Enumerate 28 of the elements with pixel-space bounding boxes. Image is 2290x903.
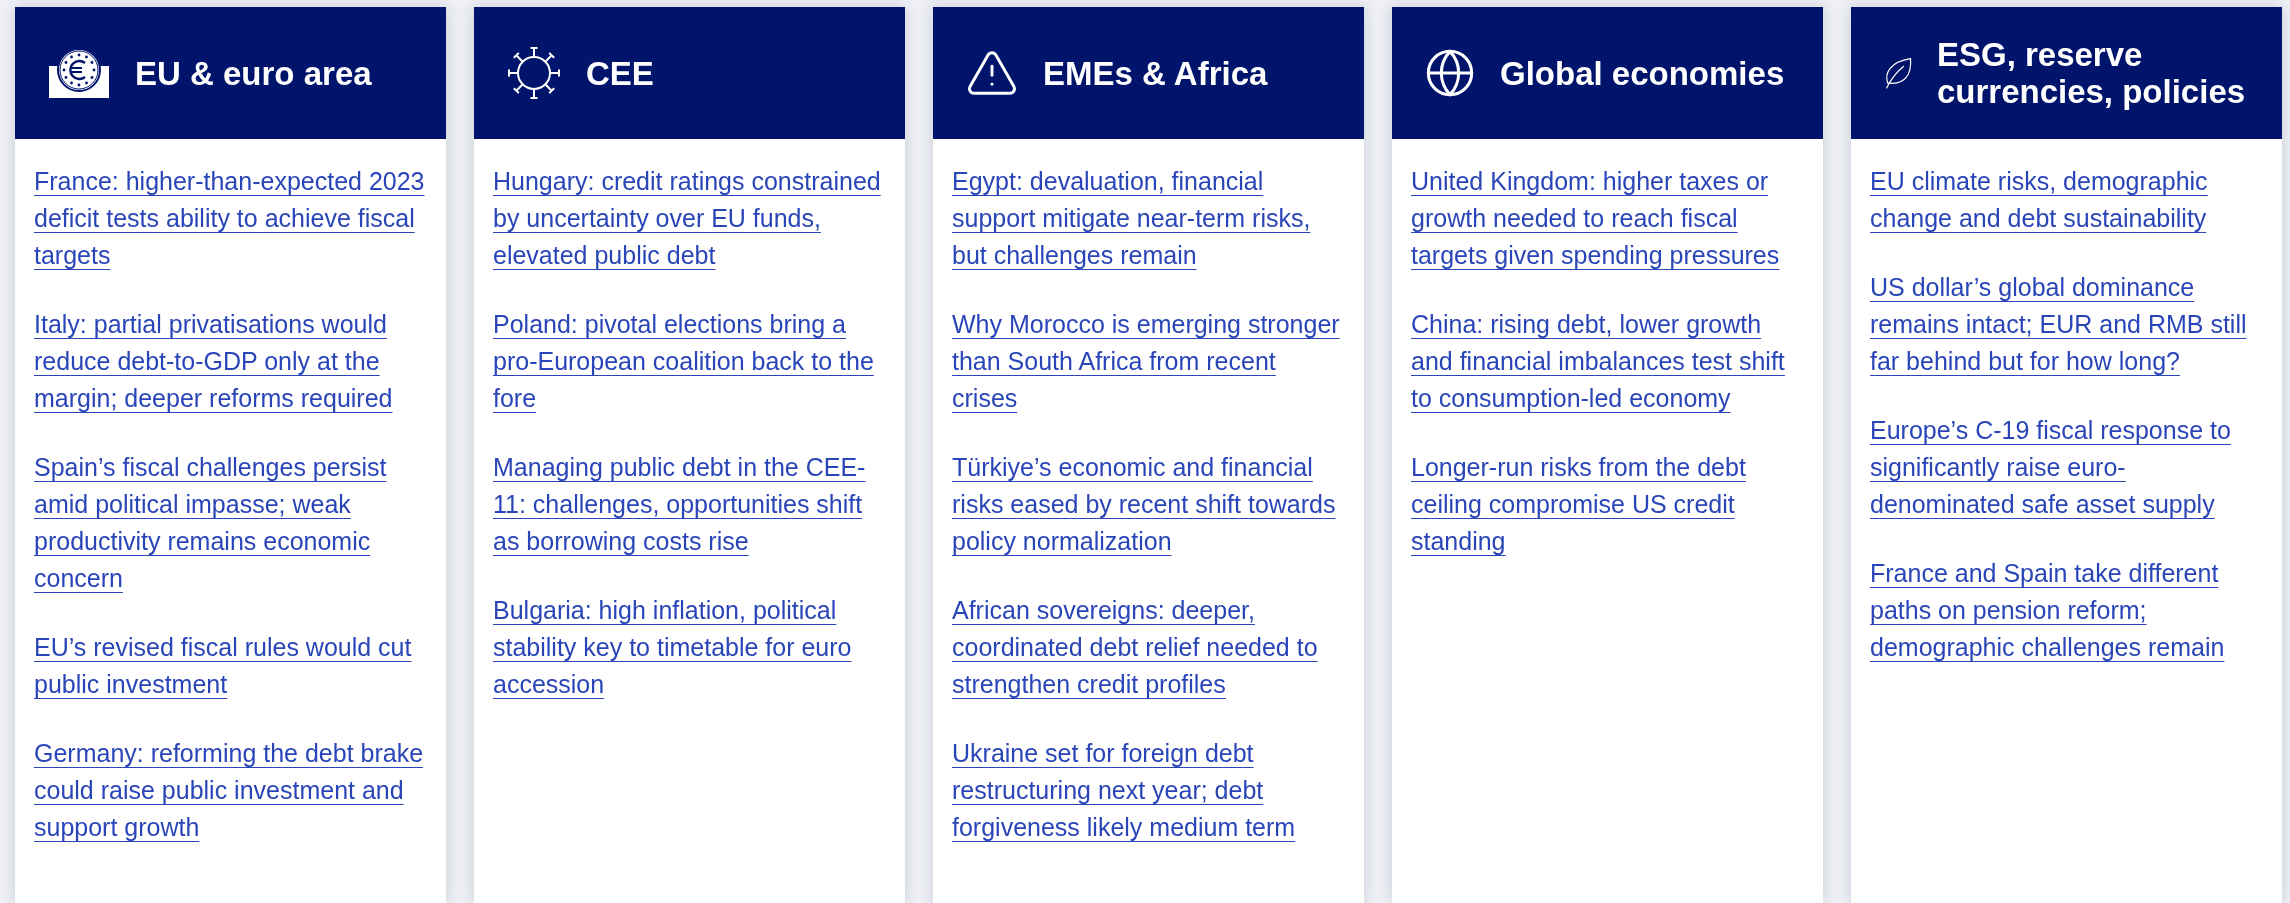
article-link[interactable]: France and Spain take different paths on pension reform; demographic challenges remain bbox=[1870, 555, 2263, 666]
card-title: CEE bbox=[586, 54, 654, 92]
article-link[interactable]: Poland: pivotal elections bring a pro-European coalition back to the fore bbox=[493, 306, 886, 417]
card-title: ESG, reserve currencies, policies bbox=[1936, 36, 2247, 110]
article-link[interactable]: Egypt: devaluation, financial support mitigate near-term risks, but challenges remain bbox=[952, 163, 1345, 274]
article-link[interactable]: Germany: reforming the debt brake could raise public investment and support growth bbox=[34, 735, 427, 846]
article-link[interactable]: EU climate risks, demographic change and debt sustainability bbox=[1870, 163, 2263, 237]
article-link[interactable]: US dollar’s global dominance remains intact; EUR and RMB still far behind but for how long? bbox=[1870, 269, 2263, 380]
article-link[interactable]: Ukraine set for foreign debt restructuring next year; debt forgiveness likely medium term bbox=[952, 735, 1345, 846]
card-title: EU & euro area bbox=[135, 54, 372, 92]
article-link[interactable]: Italy: partial privatisations would reduce debt-to-GDP only at the margin; deeper reforms required bbox=[34, 306, 427, 417]
card-title: Global economies bbox=[1500, 54, 1785, 92]
article-link[interactable]: Spain’s fiscal challenges persist amid political impasse; weak productivity remains economic concern bbox=[34, 449, 427, 597]
article-link[interactable]: Longer-run risks from the debt ceiling compromise US credit standing bbox=[1411, 449, 1804, 560]
article-link[interactable]: Hungary: credit ratings constrained by uncertainty over EU funds, elevated public debt bbox=[493, 163, 886, 274]
article-link[interactable]: Bulgaria: high inflation, political stability key to timetable for euro accession bbox=[493, 592, 886, 703]
globe-icon bbox=[1424, 47, 1476, 99]
article-link[interactable]: France: higher-than-expected 2023 deficit tests ability to achieve fiscal targets bbox=[34, 163, 427, 274]
card-title: EMEs & Africa bbox=[1043, 54, 1268, 92]
article-link[interactable]: China: rising debt, lower growth and financial imbalances test shift to consumption-led economy bbox=[1411, 306, 1804, 417]
article-link[interactable]: United Kingdom: higher taxes or growth needed to reach fiscal targets given spending pressures bbox=[1411, 163, 1804, 274]
article-link[interactable]: Europe’s C-19 fiscal response to significantly raise euro-denominated safe asset supply bbox=[1870, 412, 2263, 523]
virus-icon bbox=[506, 45, 562, 101]
article-link[interactable]: Türkiye’s economic and financial risks eased by recent shift towards policy normalization bbox=[952, 449, 1345, 560]
article-link[interactable]: African sovereigns: deeper, coordinated debt relief needed to strengthen credit profiles bbox=[952, 592, 1345, 703]
article-link[interactable]: Managing public debt in the CEE-11: challenges, opportunities shift as borrowing costs rise bbox=[493, 449, 886, 560]
article-link[interactable]: EU’s revised fiscal rules would cut public investment bbox=[34, 629, 427, 703]
article-link[interactable]: Why Morocco is emerging stronger than South Africa from recent crises bbox=[952, 306, 1345, 417]
